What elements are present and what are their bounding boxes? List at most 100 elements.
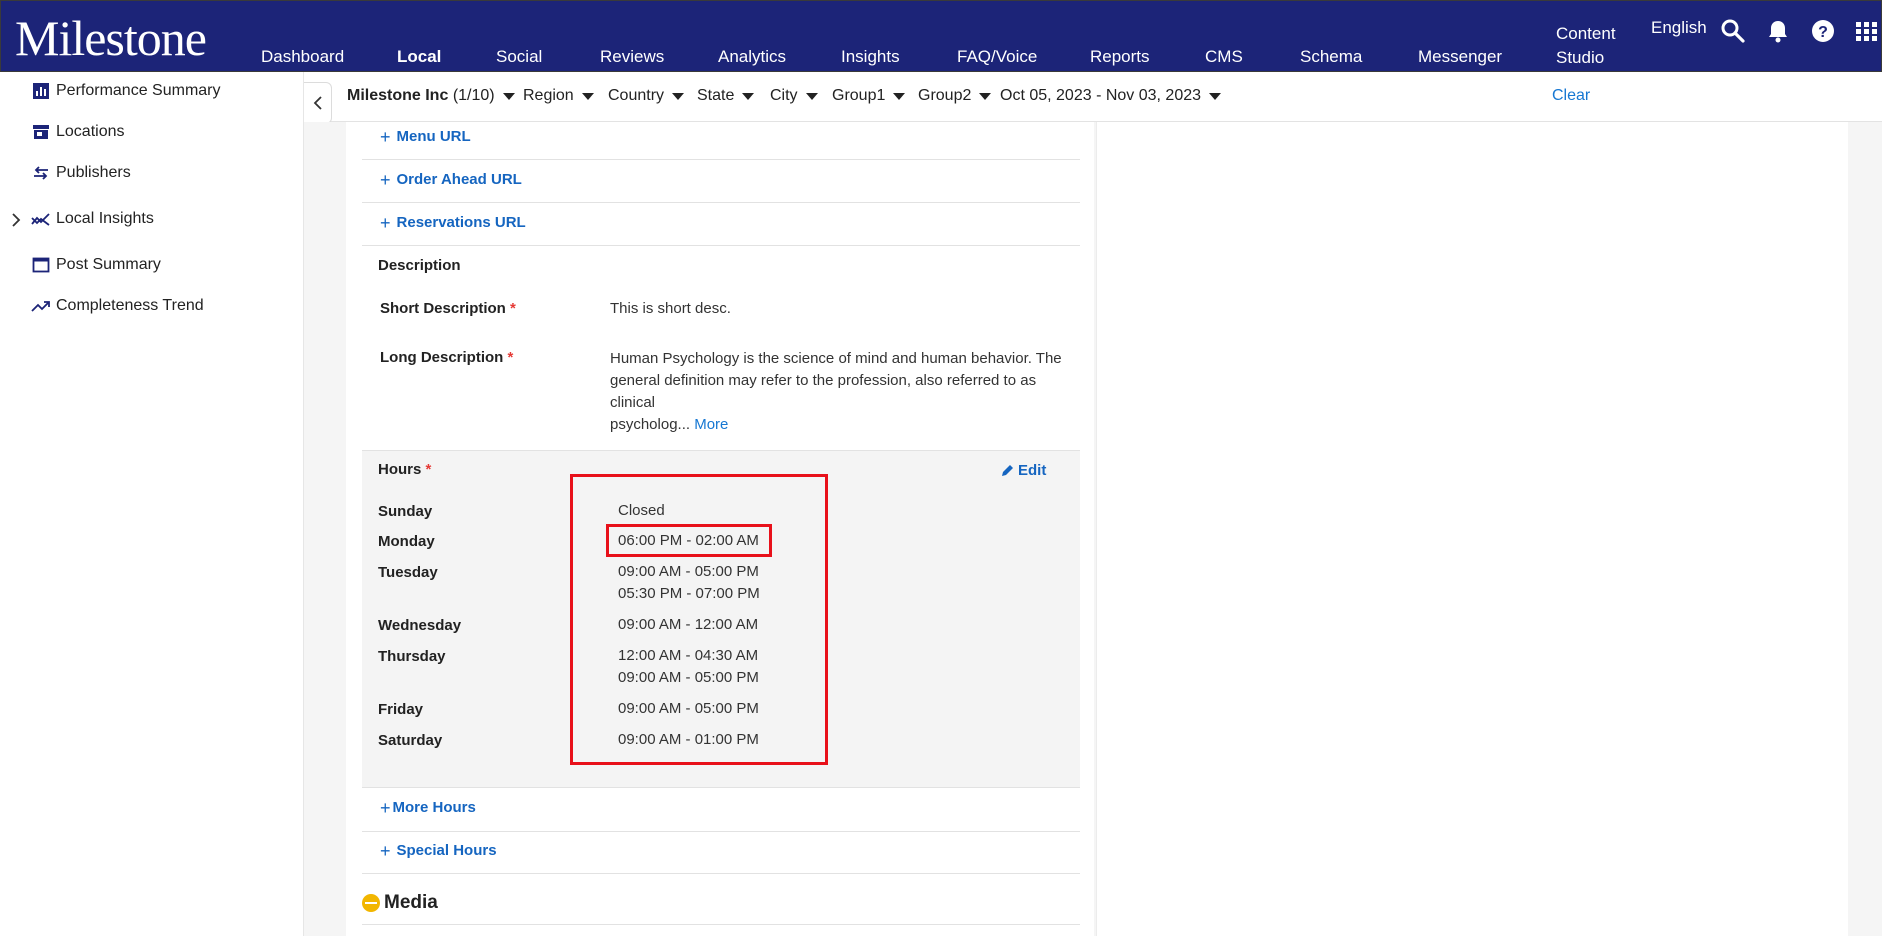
sidebar-item-label: Performance Summary <box>56 82 221 99</box>
sidebar-item-label: Local Insights <box>56 210 154 227</box>
store-icon <box>30 122 52 142</box>
country-filter[interactable]: Country <box>608 87 685 105</box>
media-section-header[interactable]: Media <box>362 892 438 914</box>
caret-down-icon <box>805 92 818 100</box>
long-description-line: psycholog... More <box>610 414 1080 436</box>
divider <box>362 924 1080 925</box>
city-filter[interactable]: City <box>770 87 818 105</box>
bar-chart-icon <box>30 81 52 101</box>
nav-schema[interactable]: Schema <box>1300 47 1362 67</box>
hours-highlight-box <box>570 474 828 765</box>
day-tuesday: Tuesday <box>378 564 438 581</box>
hours-heading: Hours * <box>378 461 431 478</box>
add-more-hours-link[interactable]: + More Hours <box>380 799 476 817</box>
nav-social[interactable]: Social <box>496 47 542 67</box>
required-mark: * <box>510 300 516 317</box>
sidebar-item-locations[interactable]: Locations <box>30 119 125 145</box>
caret-down-icon <box>502 92 515 100</box>
chevron-right-icon[interactable] <box>9 210 23 230</box>
add-menu-url-link[interactable]: + Menu URL <box>380 128 471 146</box>
nav-content-studio[interactable]: Content Studio <box>1556 22 1616 70</box>
sidebar-item-publishers[interactable]: Publishers <box>30 160 131 186</box>
window-icon <box>30 255 52 275</box>
special-hours-label: Special Hours <box>396 842 497 859</box>
sidebar: Performance Summary Locations Publishers… <box>0 72 304 936</box>
group2-filter[interactable]: Group2 <box>918 87 992 105</box>
content-studio-line-1: Content <box>1556 24 1616 43</box>
top-nav-bar: Milestone Dashboard Local Social Reviews… <box>0 0 1882 72</box>
date-range-label: Oct 05, 2023 - Nov 03, 2023 <box>1000 87 1202 104</box>
sidebar-item-label: Completeness Trend <box>56 297 204 314</box>
region-label: Region <box>523 87 574 104</box>
caret-down-icon <box>1209 92 1222 100</box>
pencil-icon <box>1002 465 1013 476</box>
nav-faq-voice[interactable]: FAQ/Voice <box>957 47 1037 67</box>
nav-insights[interactable]: Insights <box>841 47 900 67</box>
plus-icon: + <box>380 169 391 190</box>
account-filter[interactable]: Milestone Inc (1/10) <box>347 87 515 105</box>
more-hours-label: More Hours <box>392 799 476 816</box>
nav-local[interactable]: Local <box>397 47 441 67</box>
edit-hours-button[interactable]: Edit <box>1000 462 1046 479</box>
caret-down-icon <box>979 92 992 100</box>
description-heading: Description <box>378 257 461 274</box>
state-filter[interactable]: State <box>697 87 755 105</box>
add-special-hours-link[interactable]: + Special Hours <box>380 840 497 861</box>
plus-icon: + <box>380 840 391 861</box>
long-description-value: Human Psychology is the science of mind … <box>610 348 1080 436</box>
hours-heading-text: Hours <box>378 461 422 478</box>
caret-down-icon <box>581 92 594 100</box>
apps-grid-icon[interactable] <box>1853 17 1881 45</box>
nav-reviews[interactable]: Reviews <box>600 47 664 67</box>
group1-filter[interactable]: Group1 <box>832 87 906 105</box>
caret-down-icon <box>742 92 755 100</box>
nav-messenger[interactable]: Messenger <box>1418 47 1502 67</box>
day-thursday: Thursday <box>378 648 446 665</box>
sidebar-item-local-insights[interactable]: Local Insights <box>30 206 154 232</box>
group2-label: Group2 <box>918 87 972 104</box>
nav-dashboard[interactable]: Dashboard <box>261 47 344 67</box>
reservations-url-label: Reservations URL <box>396 214 526 231</box>
help-icon[interactable]: ? <box>1809 17 1837 45</box>
plus-icon: + <box>380 212 391 233</box>
day-monday: Monday <box>378 533 435 550</box>
nav-analytics[interactable]: Analytics <box>718 47 786 67</box>
nav-cms[interactable]: CMS <box>1205 47 1243 67</box>
sidebar-item-performance-summary[interactable]: Performance Summary <box>30 78 221 104</box>
nav-reports[interactable]: Reports <box>1090 47 1150 67</box>
search-icon[interactable] <box>1719 17 1747 45</box>
day-friday: Friday <box>378 701 424 718</box>
trending-up-icon <box>30 296 52 316</box>
collapse-sidebar-button[interactable] <box>304 82 332 124</box>
date-range-filter[interactable]: Oct 05, 2023 - Nov 03, 2023 <box>1000 87 1222 105</box>
svg-text:?: ? <box>1818 24 1828 41</box>
sidebar-item-label: Locations <box>56 123 125 140</box>
menu-url-label: Menu URL <box>396 128 471 145</box>
short-description-label: Short Description * <box>380 300 516 317</box>
trend-icon <box>30 209 52 229</box>
day-saturday: Saturday <box>378 732 443 749</box>
add-reservations-url-link[interactable]: + Reservations URL <box>380 212 526 233</box>
more-link[interactable]: More <box>694 416 728 433</box>
content-studio-line-2: Studio <box>1556 48 1605 67</box>
city-label: City <box>770 87 798 104</box>
account-count: (1/10) <box>452 87 495 104</box>
sidebar-item-label: Post Summary <box>56 256 161 273</box>
state-label: State <box>697 87 735 104</box>
caret-down-icon <box>893 92 906 100</box>
clear-filters-link[interactable]: Clear <box>1552 87 1590 105</box>
sidebar-item-label: Publishers <box>56 164 131 181</box>
long-description-label-text: Long Description <box>380 349 504 366</box>
sidebar-item-post-summary[interactable]: Post Summary <box>30 252 161 278</box>
add-order-ahead-url-link[interactable]: + Order Ahead URL <box>380 169 522 190</box>
partial-status-icon <box>362 894 380 912</box>
language-selector[interactable]: English <box>1651 18 1707 38</box>
day-sunday: Sunday <box>378 503 433 520</box>
bell-icon[interactable] <box>1764 17 1792 45</box>
milestone-logo[interactable]: Milestone <box>15 9 207 67</box>
short-description-value: This is short desc. <box>610 300 731 317</box>
sidebar-item-completeness-trend[interactable]: Completeness Trend <box>30 293 204 319</box>
region-filter[interactable]: Region <box>523 87 594 105</box>
caret-down-icon <box>672 92 685 100</box>
required-mark: * <box>425 461 432 478</box>
